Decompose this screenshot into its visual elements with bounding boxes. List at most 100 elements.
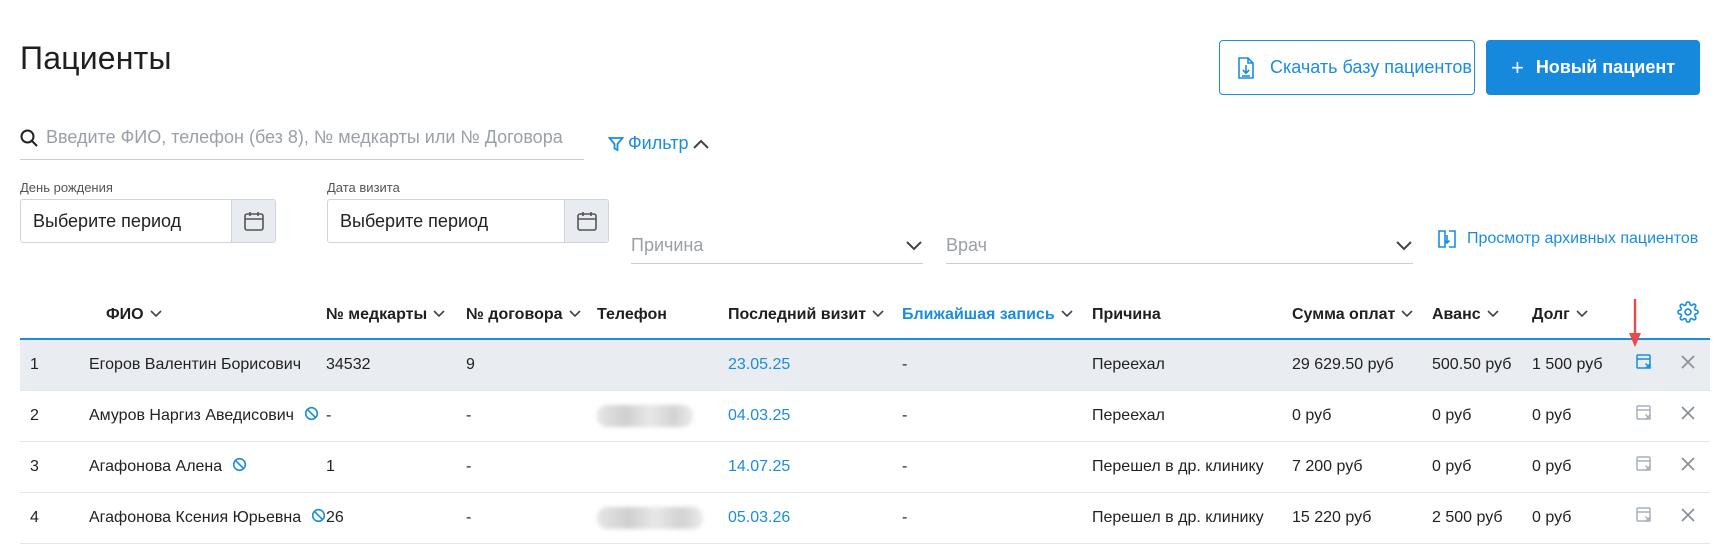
row-index: 4	[20, 492, 68, 544]
download-database-button[interactable]: Скачать базу пациентов	[1219, 40, 1475, 95]
new-patient-label: Новый пациент	[1535, 57, 1676, 77]
cell-card: 34532	[326, 339, 466, 391]
column-header-last-visit[interactable]: Последний визит	[728, 291, 902, 340]
column-header-debt[interactable]: Долг	[1532, 291, 1622, 340]
sort-chevron-icon	[150, 310, 162, 318]
table-header: ФИО № медкарты № договора Телефон Послед…	[20, 291, 1710, 340]
birthday-label: День рождения	[20, 180, 113, 195]
ban-icon	[304, 406, 319, 420]
column-header-name[interactable]: ФИО	[68, 291, 326, 340]
sort-chevron-icon	[1576, 310, 1588, 318]
sort-chevron-icon	[1401, 310, 1413, 318]
cell-name[interactable]: Амуров Наргиз Аведисович	[68, 390, 326, 442]
cell-name[interactable]: Агафонова Ксения Юрьевна	[68, 492, 326, 544]
search-bar	[20, 124, 584, 160]
page-title: Пациенты	[20, 40, 172, 76]
chevron-up-icon	[693, 139, 710, 149]
column-header-contract[interactable]: № договора	[466, 291, 597, 340]
visit-date-calendar-button[interactable]	[564, 200, 608, 242]
archive-patient-icon	[1636, 354, 1652, 370]
sort-chevron-icon	[872, 310, 884, 318]
birthday-period-field[interactable]: Выберите период	[20, 199, 276, 243]
cell-reason: Переехал	[1092, 339, 1292, 391]
row-index: 3	[20, 441, 68, 493]
archive-patient-button[interactable]	[1622, 492, 1666, 544]
red-arrow-annotation	[1629, 299, 1641, 347]
reason-select[interactable]: Причина	[631, 228, 923, 264]
view-archived-patients-label: Просмотр архивных пациентов	[1467, 230, 1699, 247]
cell-advance: 500.50 руб	[1432, 339, 1532, 391]
archive-icon	[1438, 230, 1456, 248]
archive-patient-button[interactable]	[1622, 441, 1666, 493]
cell-name[interactable]: Егоров Валентин Борисович	[68, 339, 326, 391]
cell-advance: 0 руб	[1432, 441, 1532, 493]
column-header-advance[interactable]: Аванс	[1432, 291, 1532, 340]
table-row[interactable]: 3 Агафонова Алена 1-14.07.25- Перешел в др.…	[20, 441, 1710, 493]
new-patient-button[interactable]: + Новый пациент	[1486, 40, 1700, 95]
cell-phone	[597, 441, 728, 493]
visit-date-period-field[interactable]: Выберите период	[327, 199, 609, 243]
delete-patient-button[interactable]	[1666, 390, 1710, 442]
cell-advance: 0 руб	[1432, 390, 1532, 442]
cell-name[interactable]: Агафонова Алена	[68, 441, 326, 493]
plus-icon: +	[1510, 54, 1524, 80]
ban-icon	[233, 457, 247, 471]
delete-patient-button[interactable]	[1666, 339, 1710, 391]
cell-payments: 15 220 руб	[1292, 492, 1432, 544]
cell-next-appointment: -	[902, 492, 1092, 544]
cell-advance: 2 500 руб	[1432, 492, 1532, 544]
doctor-select[interactable]: Врач	[946, 228, 1413, 264]
cell-payments: 0 руб	[1292, 390, 1432, 442]
cell-payments: 29 629.50 руб	[1292, 339, 1432, 391]
cell-card: 1	[326, 441, 466, 493]
close-icon	[1681, 508, 1695, 522]
filter-toggle[interactable]: Фильтр	[608, 133, 710, 154]
archive-patient-icon	[1636, 456, 1652, 472]
patient-name: Агафонова Ксения Юрьевна	[89, 508, 302, 526]
download-database-label: Скачать базу пациентов	[1270, 57, 1472, 77]
blurred-phone	[597, 506, 703, 529]
search-input[interactable]	[46, 127, 566, 148]
sort-chevron-icon	[568, 310, 581, 318]
column-header-reason: Причина	[1092, 291, 1292, 340]
cell-last-visit[interactable]: 14.07.25	[728, 441, 902, 493]
column-header-next-appointment[interactable]: Ближайшая запись	[902, 291, 1092, 340]
search-icon	[20, 129, 38, 147]
row-index: 2	[20, 390, 68, 442]
birthday-calendar-button[interactable]	[231, 200, 275, 242]
calendar-icon	[243, 212, 264, 231]
column-header-index	[20, 291, 68, 340]
patient-name: Агафонова Алена	[89, 457, 223, 475]
table-row[interactable]: 2 Амуров Наргиз Аведисович - -04.03.25- Пере…	[20, 390, 1710, 442]
cell-reason: Перешел в др. клинику	[1092, 492, 1292, 544]
cell-debt: 1 500 руб	[1532, 339, 1622, 391]
cell-next-appointment: -	[902, 441, 1092, 493]
cell-last-visit[interactable]: 23.05.25	[728, 339, 902, 391]
cell-phone	[597, 492, 728, 544]
cell-reason: Перешел в др. клинику	[1092, 441, 1292, 493]
cell-last-visit[interactable]: 05.03.26	[728, 492, 902, 544]
table-row[interactable]: 1 Егоров Валентин Борисович 34532 9 23.05.25…	[20, 339, 1710, 391]
table-settings-button[interactable]	[1666, 291, 1710, 340]
column-header-phone: Телефон	[597, 291, 728, 340]
cell-card: -	[326, 390, 466, 442]
column-header-payments[interactable]: Сумма оплат	[1292, 291, 1432, 340]
sort-chevron-icon	[1061, 310, 1073, 318]
cell-last-visit[interactable]: 04.03.25	[728, 390, 902, 442]
delete-patient-button[interactable]	[1666, 441, 1710, 493]
archive-patient-icon	[1636, 507, 1652, 523]
archive-patient-icon	[1636, 405, 1652, 421]
column-header-card[interactable]: № медкарты	[326, 291, 466, 340]
cell-contract: -	[466, 441, 597, 493]
cell-phone	[597, 339, 728, 391]
archive-patient-button[interactable]	[1622, 390, 1666, 442]
view-archived-patients-link[interactable]: Просмотр архивных пациентов	[1437, 229, 1698, 249]
close-icon	[1681, 406, 1695, 420]
delete-patient-button[interactable]	[1666, 492, 1710, 544]
doctor-select-placeholder: Врач	[946, 235, 988, 255]
download-file-icon	[1238, 56, 1254, 79]
cell-contract: 9	[466, 339, 597, 391]
calendar-icon	[576, 212, 597, 231]
table-row[interactable]: 4 Агафонова Ксения Юрьевна 26-05.03.26- Пер…	[20, 492, 1710, 544]
cell-debt: 0 руб	[1532, 390, 1622, 442]
